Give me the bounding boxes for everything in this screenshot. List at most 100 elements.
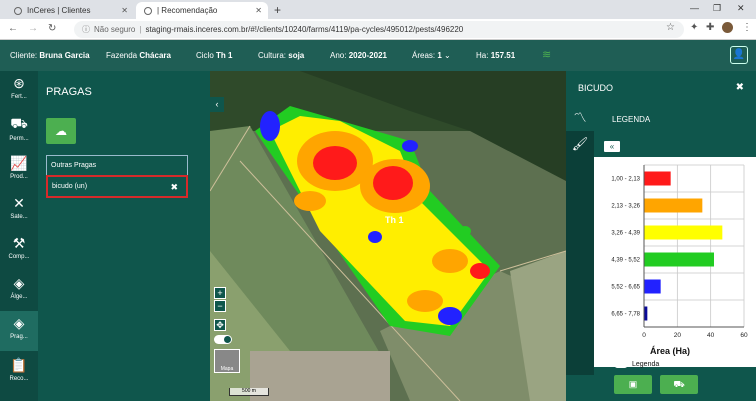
ano-info: Ano: 2020-2021 [330,51,387,60]
fazenda-info: Fazenda Chácara [106,51,171,60]
browser-tab-recomendacao[interactable]: | Recomendação ✕ [136,2,268,19]
cultura-info: Cultura: soja [258,51,305,60]
close-window-icon[interactable]: ✕ [737,3,745,14]
y-tick-label: 3,26 - 4,39 [611,231,640,237]
legend-collapse-button[interactable]: « [604,141,620,152]
maximize-icon[interactable]: ❐ [713,3,721,14]
chart-line-icon: 〽 [573,110,587,125]
browser-tab-clientes[interactable]: InCeres | Clientes ✕ [6,2,134,19]
puzzle-icon[interactable]: ✚ [706,22,714,33]
zoom-in-button[interactable]: + [214,287,226,299]
wifi-icon: ≋ [542,49,552,61]
back-icon[interactable]: ← [8,23,18,34]
minimize-icon[interactable]: — [690,3,699,13]
sidebar-item-compactacao[interactable]: ⚒ Comp... [0,231,38,271]
areas-dropdown[interactable]: Áreas: 1 ⌄ [412,51,451,60]
app-header: Cliente: Bruna Garcia Fazenda Chácara Ci… [0,40,756,71]
paint-roller-icon: 🖌 [571,136,589,151]
layer-toggle[interactable] [214,335,232,344]
x-axis-title: Área (Ha) [650,346,691,356]
panel-title: BICUDO [578,83,614,93]
fullscreen-button[interactable]: ✥ [214,319,226,331]
sidebar-item-fertilidade[interactable]: ⊛ Fert... [0,71,38,111]
cliente-info: Cliente: Bruna Garcia [10,51,90,60]
close-tab-icon[interactable]: ✕ [255,6,262,15]
x-tick-label: 60 [740,332,748,339]
tab-label: | Recomendação [157,6,218,15]
info-icon[interactable]: ⓘ [82,24,90,35]
pragas-panel: PRAGAS ☁ Outras Pragas bicudo (un) ✖ [38,71,210,401]
close-tab-icon[interactable]: ✕ [121,6,128,15]
chevron-down-icon: ⌄ [444,51,451,60]
panel-tabs: 〽 🖌 [566,105,594,375]
ha-info: Ha: 157.51 [476,51,516,60]
x-tick-label: 40 [707,332,715,339]
browser-tab-strip: InCeres | Clientes ✕ | Recomendação ✕ + … [0,0,756,19]
bar [644,279,661,294]
bar [644,198,703,213]
field-label: Th 1 [385,215,404,225]
sidebar-item-permeabilidade[interactable]: ⛟ Perm... [0,111,38,151]
y-tick-label: 6,65 - 7,78 [611,312,640,318]
sidebar-item-produtividade[interactable]: 📈 Prod... [0,151,38,191]
url-field[interactable]: ⓘ Não seguro | staging-rmais.inceres.com… [74,21,684,38]
pest-item-label: bicudo (un) [52,183,88,190]
chevron-left-icon: ‹ [215,99,219,109]
basemap-switch[interactable]: Mapa [214,349,240,373]
zoom-out-button[interactable]: − [214,300,226,312]
y-tick-label: 5,52 - 6,65 [611,285,640,291]
sidebar-item-pragas[interactable]: ◈ Prag... [0,311,38,351]
save-icon: ▣ [628,379,638,389]
legend-toggle-label: Legenda [632,361,660,368]
legend-toggle[interactable] [614,361,628,368]
chart-line-icon: 📈 [10,155,28,171]
tab-label: InCeres | Clientes [27,6,91,15]
legend-chart-area: 0 20 40 60 1,00 - 2,13 2,13 - 3,26 3,26 - 4,39… [594,157,756,367]
layers-icon: ◈ [13,275,25,291]
url-separator: | [139,25,142,34]
pest-detail-panel: BICUDO ✖ 〽 🖌 LEGENDA « 0 20 40 60 1,00 - 2,1… [566,71,756,401]
map-scale: 500 m [229,388,269,396]
bar [644,252,714,267]
sidebar-item-satelite[interactable]: ✕ Sate... [0,191,38,231]
collapse-panel-button[interactable]: ‹ [210,97,224,112]
close-panel-icon[interactable]: ✖ [736,82,744,93]
x-tick-label: 20 [674,332,682,339]
globe-icon [144,6,152,15]
forward-icon[interactable]: → [28,23,38,34]
menu-icon[interactable]: ⋮ [742,22,752,33]
tab-paint[interactable]: 🖌 [566,131,594,157]
reload-icon[interactable]: ↻ [48,23,56,34]
pest-item-bicudo[interactable]: bicudo (un) ✖ [46,175,188,198]
expand-icon: ✥ [216,320,224,330]
save-button[interactable]: ▣ [614,375,652,394]
tractor-icon: ⛟ [673,379,685,389]
compaction-icon: ⚒ [12,235,26,251]
remove-icon[interactable]: ✖ [170,182,178,193]
favicon-icon [14,6,22,15]
ciclo-info: Ciclo Th 1 [196,51,233,60]
y-tick-label: 4,39 - 5,52 [611,258,640,264]
profile-avatar[interactable] [722,22,733,33]
map-view[interactable]: Th 1 [210,71,566,401]
fertility-icon: ⊛ [13,75,25,91]
star-icon[interactable]: ☆ [666,22,675,33]
sidebar-item-recomendacao[interactable]: 📋 Reco... [0,353,38,393]
upload-button[interactable]: ☁ [46,118,76,144]
double-chevron-left-icon: « [609,142,615,151]
module-sidebar: ⊛ Fert... ⛟ Perm... 📈 Prod... ✕ Sate... … [0,71,38,401]
tab-chart[interactable]: 〽 [566,105,594,131]
legend-title: LEGENDA [612,115,651,124]
security-label: Não seguro [94,25,136,34]
extension-icon[interactable]: ✦ [690,22,698,33]
address-bar-row: ← → ↻ ⓘ Não seguro | staging-rmais.incer… [0,19,756,40]
x-tick-label: 0 [642,332,646,339]
cloud-upload-icon: ☁ [55,124,67,138]
panel-title: PRAGAS [46,86,92,98]
sidebar-item-algebra[interactable]: ◈ Álge... [0,271,38,311]
user-icon[interactable]: 👤 [730,46,748,64]
new-tab-icon[interactable]: + [274,3,281,17]
toggle-knob [224,336,231,343]
export-button[interactable]: ⛟ [660,375,698,394]
bar [644,225,723,240]
